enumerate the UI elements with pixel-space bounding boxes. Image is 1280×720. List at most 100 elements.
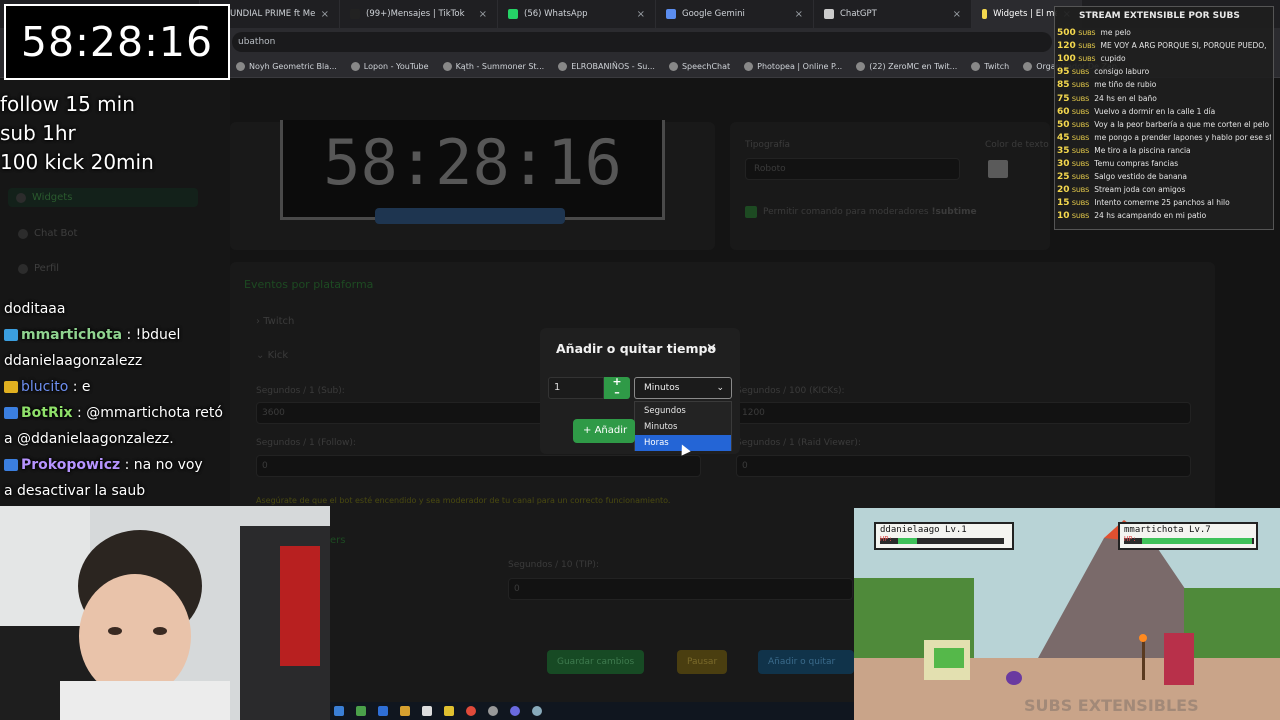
address-bar[interactable]: ubathon (232, 32, 1052, 52)
favicon-icon (508, 9, 518, 19)
webcam-feed (0, 506, 330, 720)
seg-raid-input[interactable]: 0 (736, 455, 1191, 477)
sidebar-item-label: Widgets (32, 192, 73, 203)
add-time-button[interactable]: Añadir o quitar (758, 650, 854, 674)
app-icon[interactable] (422, 706, 432, 716)
sub-goal-row: 500 SUBS me pelo (1057, 27, 1271, 39)
sub-goal-unit: SUBS (1071, 199, 1090, 208)
player1-name: ddanielaago (880, 525, 940, 535)
allow-mods-checkbox[interactable] (745, 206, 757, 218)
seg-kicks-label: Segundos / 100 (KICKs): (736, 386, 845, 396)
rule-follow: follow 15 min (0, 92, 135, 116)
browser-tab[interactable]: (99+)Mensajes | TikTok × (340, 0, 498, 28)
sub-goal-row: 30 SUBS Temu compras fancias (1057, 158, 1271, 170)
bookmark-item[interactable]: ELROBANIÑOS - Su... (558, 62, 655, 71)
sub-goal-text: Temu compras fancias (1094, 159, 1179, 168)
browser-tab[interactable]: Google Gemini × (656, 0, 814, 28)
app-icon[interactable] (488, 706, 498, 716)
sub-goal-text: Me tiro a la piscina rancia (1094, 145, 1191, 155)
widgets-icon (16, 192, 26, 203)
add-button[interactable]: + Añadir (573, 419, 635, 443)
save-button[interactable]: Guardar cambios (547, 650, 645, 674)
twitch-section[interactable]: › Twitch (256, 316, 294, 327)
sub-goal-count: 500 (1057, 28, 1076, 38)
sub-goals-title: STREAM EXTENSIBLE POR SUBS (1079, 11, 1240, 21)
sidebar-item-widgets[interactable]: Widgets (8, 188, 198, 207)
close-tab-icon[interactable]: × (953, 9, 961, 20)
sub-goal-row: 35 SUBS Me tiro a la piscina rancia (1057, 145, 1271, 157)
option-segundos[interactable]: Segundos (635, 403, 731, 419)
favicon-icon (982, 9, 988, 19)
stream-timer: 58:28:16 (4, 4, 230, 80)
sidebar-item-perfil[interactable]: Perfil (18, 263, 59, 274)
bookmark-item[interactable]: Kąth - Summoner St... (442, 62, 544, 71)
minus-icon[interactable]: – (604, 386, 630, 399)
seg-raid-label: Segundos / 1 (Raid Viewer): (736, 438, 861, 448)
allow-mods-text: Permitir comando para moderadores (763, 207, 929, 217)
tipografia-label: Tipografía (745, 140, 791, 150)
sub-goal-unit: SUBS (1071, 133, 1090, 142)
sub-goal-row: 45 SUBS me pongo a prender lapones y habl… (1057, 132, 1271, 144)
bookmark-item[interactable]: Noyh Geometric Bla... (236, 62, 337, 71)
sub-goal-count: 10 (1057, 211, 1070, 222)
close-tab-icon[interactable]: × (479, 9, 487, 20)
sub-goal-unit: SUBS (1078, 29, 1096, 37)
close-tab-icon[interactable]: × (795, 9, 803, 20)
app-icon[interactable] (378, 706, 388, 716)
close-tab-icon[interactable]: × (637, 9, 645, 20)
folder-icon[interactable] (444, 706, 454, 716)
bookmark-item[interactable]: Photopea | Online P... (744, 62, 842, 71)
timer-preview-bar (375, 208, 565, 224)
kick-section[interactable]: ⌄ Kick (256, 350, 288, 361)
browser-tab[interactable]: (56) WhatsApp × (498, 0, 656, 28)
sub-goal-row: 100 SUBS cupido (1057, 53, 1271, 65)
close-icon[interactable]: × (706, 341, 717, 356)
sub-goals-panel: STREAM EXTENSIBLE POR SUBS 500 SUBS me pe… (1054, 6, 1274, 230)
tab-label: (56) WhatsApp (524, 9, 588, 19)
discord-icon[interactable] (510, 706, 520, 716)
sub-goal-row: 95 SUBS consigo laburo (1057, 66, 1271, 78)
time-amount-input[interactable]: 1 (548, 377, 604, 399)
sub-goal-count: 100 (1057, 54, 1076, 65)
hp-label: HP: (1124, 535, 1137, 543)
sub-goal-count: 95 (1057, 67, 1070, 78)
sub-goal-count: 25 (1057, 172, 1070, 183)
bookmark-item[interactable]: SpeechChat (668, 62, 730, 71)
sub-goal-row: 50 SUBS Voy a la peor barbería a que me c… (1057, 119, 1271, 131)
browser-tab[interactable]: ChatGPT × (814, 0, 972, 28)
chat-message: BotRix : @mmartichota retó (4, 400, 254, 426)
chat-text: a @ddanielaagonzalezz. (4, 431, 174, 447)
sub-goal-text: Salgo vestido de banana (1094, 172, 1187, 182)
seg-follow-input[interactable]: 0 (256, 455, 701, 477)
chat-text: a desactivar la saub (4, 483, 146, 499)
seg-kicks-input[interactable]: 1200 (736, 402, 1191, 424)
steam-icon[interactable] (532, 706, 542, 716)
app-icon[interactable] (400, 706, 410, 716)
bookmark-item[interactable]: Lopon - YouTube (350, 62, 429, 71)
time-unit-select[interactable]: Minutos ⌄ (634, 377, 732, 399)
close-tab-icon[interactable]: × (321, 9, 329, 20)
color-swatch[interactable] (988, 160, 1008, 178)
bookmark-label: Lopon - YouTube (363, 62, 429, 71)
sub-goal-unit: SUBS (1071, 68, 1090, 77)
seg-kicks-value: 1200 (742, 408, 765, 418)
sidebar-item-chat-bot[interactable]: Chat Bot (18, 228, 77, 239)
rule-sub: sub 1hr (0, 121, 76, 145)
sub-goal-unit: SUBS (1071, 94, 1090, 103)
chat-text: : na no voy (124, 457, 203, 473)
pause-button[interactable]: Pausar (677, 650, 728, 674)
screen: Centre Stream - Watch Live & ...×MUNDIAL… (0, 0, 1280, 720)
app-icon[interactable] (356, 706, 366, 716)
option-minutos[interactable]: Minutos (635, 419, 731, 435)
windows-icon[interactable] (334, 706, 344, 716)
time-amount-stepper[interactable]: + – (604, 375, 630, 399)
bookmark-item[interactable]: Twitch (971, 62, 1009, 71)
tab-label: Widgets | El mejor software... (993, 9, 1057, 19)
bookmark-item[interactable]: (22) ZeroMC en Twit... (856, 62, 957, 71)
player2-hp-fill (1142, 538, 1252, 544)
chrome-icon[interactable] (466, 706, 476, 716)
sub-goal-count: 45 (1057, 132, 1070, 143)
seg-tip-input[interactable]: 0 (508, 578, 853, 600)
tipografia-select[interactable]: Roboto (745, 158, 960, 180)
bookmark-icon (971, 62, 981, 71)
